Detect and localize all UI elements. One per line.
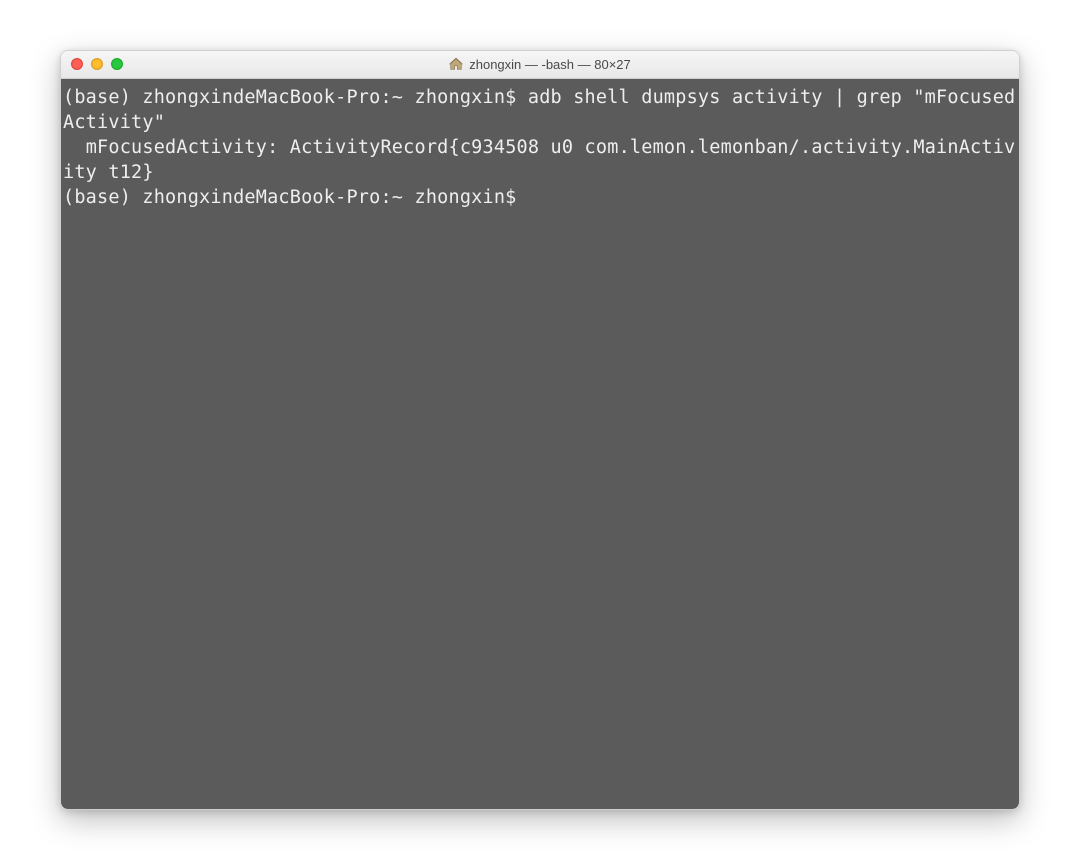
- terminal-window: zhongxin — -bash — 80×27 (base) zhongxin…: [60, 50, 1020, 810]
- terminal-line: (base) zhongxindeMacBook-Pro:~ zhongxin$: [63, 187, 528, 208]
- title-center: zhongxin — -bash — 80×27: [61, 57, 1019, 72]
- maximize-button[interactable]: [111, 58, 123, 70]
- terminal-body[interactable]: (base) zhongxindeMacBook-Pro:~ zhongxin$…: [61, 79, 1019, 809]
- minimize-button[interactable]: [91, 58, 103, 70]
- titlebar[interactable]: zhongxin — -bash — 80×27: [61, 51, 1019, 79]
- home-icon: [449, 57, 463, 71]
- terminal-line: mFocusedActivity: ActivityRecord{c934508…: [63, 137, 1015, 183]
- window-title: zhongxin — -bash — 80×27: [469, 57, 631, 72]
- terminal-line: (base) zhongxindeMacBook-Pro:~ zhongxin$…: [63, 87, 1015, 133]
- close-button[interactable]: [71, 58, 83, 70]
- traffic-lights: [71, 58, 123, 70]
- terminal-content[interactable]: (base) zhongxindeMacBook-Pro:~ zhongxin$…: [63, 85, 1017, 211]
